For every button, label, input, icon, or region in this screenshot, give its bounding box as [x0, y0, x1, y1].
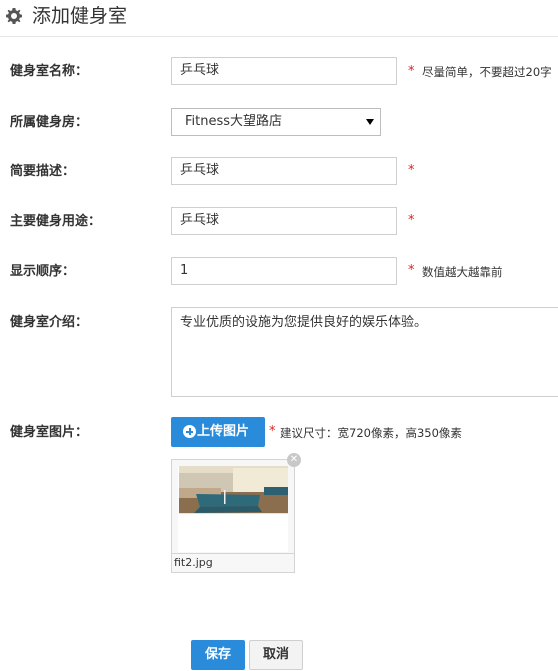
- cancel-button[interactable]: 取消: [249, 640, 303, 670]
- usage-input[interactable]: 乒乓球: [171, 207, 397, 235]
- required-mark: *: [408, 263, 415, 278]
- uploaded-file-name: fit2.jpg: [174, 556, 213, 569]
- save-button[interactable]: 保存: [191, 640, 245, 670]
- uploaded-image-thumbnail[interactable]: [178, 466, 288, 552]
- usage-label: 主要健身用途：: [10, 214, 102, 229]
- brief-input[interactable]: 乒乓球: [171, 157, 397, 185]
- order-label: 显示顺序：: [10, 264, 76, 279]
- uploaded-image-card: fit2.jpg ✕: [171, 453, 301, 573]
- order-hint: 数值越大越靠前: [422, 265, 503, 279]
- gym-select-value: Fitness大望路店: [185, 114, 283, 129]
- gym-select[interactable]: Fitness大望路店: [171, 108, 381, 136]
- intro-label: 健身室介绍：: [10, 315, 89, 330]
- page-header: 添加健身室: [0, 0, 558, 37]
- image-size-hint: 建议尺寸：宽720像素，高350像素: [280, 426, 462, 440]
- required-mark: *: [408, 213, 415, 228]
- brief-label: 简要描述：: [10, 164, 76, 179]
- required-mark: *: [408, 163, 415, 178]
- close-icon[interactable]: ✕: [287, 453, 301, 467]
- plus-circle-icon: [183, 425, 196, 438]
- dropdown-arrow-icon: [366, 119, 374, 125]
- gym-label: 所属健身房：: [10, 115, 89, 130]
- name-label: 健身室名称：: [10, 64, 89, 79]
- upload-image-button[interactable]: 上传图片: [171, 417, 265, 447]
- intro-textarea[interactable]: 专业优质的设施为您提供良好的娱乐体验。: [171, 307, 558, 397]
- gear-icon: [6, 8, 22, 24]
- required-mark: *: [408, 64, 415, 79]
- required-mark: *: [269, 424, 276, 439]
- name-input[interactable]: 乒乓球: [171, 57, 397, 85]
- name-hint: 尽量简单，不要超过20字: [422, 65, 552, 79]
- image-label: 健身室图片：: [10, 425, 89, 440]
- upload-button-label: 上传图片: [197, 424, 250, 439]
- order-input[interactable]: 1: [171, 257, 397, 285]
- page-title: 添加健身室: [32, 5, 128, 27]
